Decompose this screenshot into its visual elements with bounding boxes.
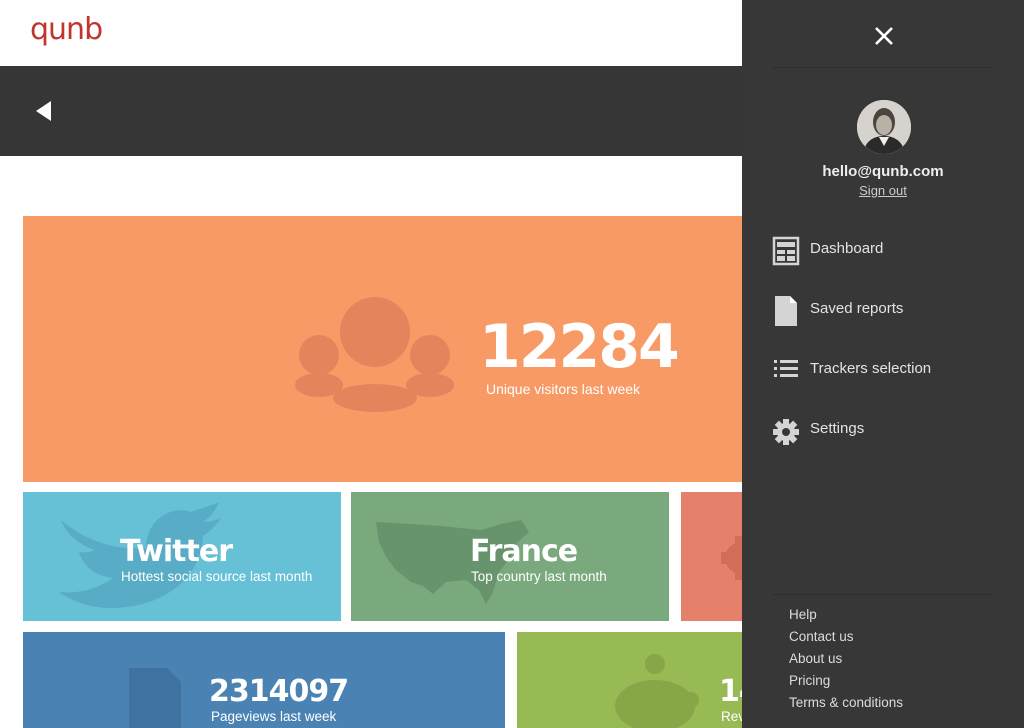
user-photo-icon (857, 100, 911, 154)
panel-divider-top (772, 67, 992, 68)
france-value: France (470, 534, 578, 569)
list-icon (774, 360, 798, 377)
revenue-value: 14 (719, 674, 742, 709)
visitors-value: 12284 (479, 312, 680, 382)
france-label: Top country last month (471, 569, 607, 584)
sign-out-link[interactable]: Sign out (742, 183, 1024, 198)
page-header (0, 66, 742, 156)
user-email: hello@qunb.com (822, 163, 944, 180)
tile-partial-red[interactable] (681, 492, 742, 621)
nav-label-trackers-selection: Trackers selection (810, 360, 932, 377)
users-icon (295, 297, 454, 412)
nav-label-saved-reports: Saved reports (810, 300, 904, 317)
tile-twitter[interactable]: Twitter Hottest social source last month (23, 492, 341, 621)
piggy-bank-icon (615, 654, 699, 728)
revenue-label: Rev (721, 709, 742, 724)
panel-divider-bottom (772, 594, 992, 595)
document-icon (775, 296, 797, 326)
side-panel: hello@qunb.com Sign out Dashboard Saved … (742, 0, 1024, 728)
footer-link-contact-us[interactable]: Contact us (789, 629, 854, 644)
visitors-label: Unique visitors last week (486, 381, 641, 397)
nav-label-settings: Settings (810, 420, 865, 437)
avatar[interactable] (857, 100, 911, 154)
footer-link-terms[interactable]: Terms & conditions (789, 695, 903, 710)
back-arrow-icon[interactable] (32, 99, 56, 123)
nav-item-settings[interactable]: Settings (772, 408, 992, 448)
pageviews-label: Pageviews last week (211, 709, 337, 724)
twitter-value: Twitter (120, 534, 233, 569)
close-icon[interactable] (872, 24, 896, 48)
gear-icon (721, 536, 742, 580)
nav-item-dashboard[interactable]: Dashboard (772, 228, 992, 268)
pageviews-value: 2314097 (209, 674, 349, 709)
nav-item-trackers-selection[interactable]: Trackers selection (772, 348, 992, 388)
tile-pageviews[interactable]: 2314097 Pageviews last week (23, 632, 505, 728)
tile-revenue[interactable]: 14 Rev (517, 632, 742, 728)
footer-link-pricing[interactable]: Pricing (789, 673, 830, 688)
tile-unique-visitors[interactable]: 12284 Unique visitors last week (23, 216, 742, 482)
gear-icon (773, 419, 799, 445)
dashboard-icon (772, 236, 800, 266)
nav-item-saved-reports[interactable]: Saved reports (772, 288, 992, 328)
twitter-label: Hottest social source last month (121, 569, 313, 584)
footer-link-help[interactable]: Help (789, 607, 817, 622)
footer-link-about-us[interactable]: About us (789, 651, 842, 666)
tile-france[interactable]: France Top country last month (351, 492, 669, 621)
document-icon (129, 668, 181, 728)
nav-label-dashboard: Dashboard (810, 240, 884, 257)
